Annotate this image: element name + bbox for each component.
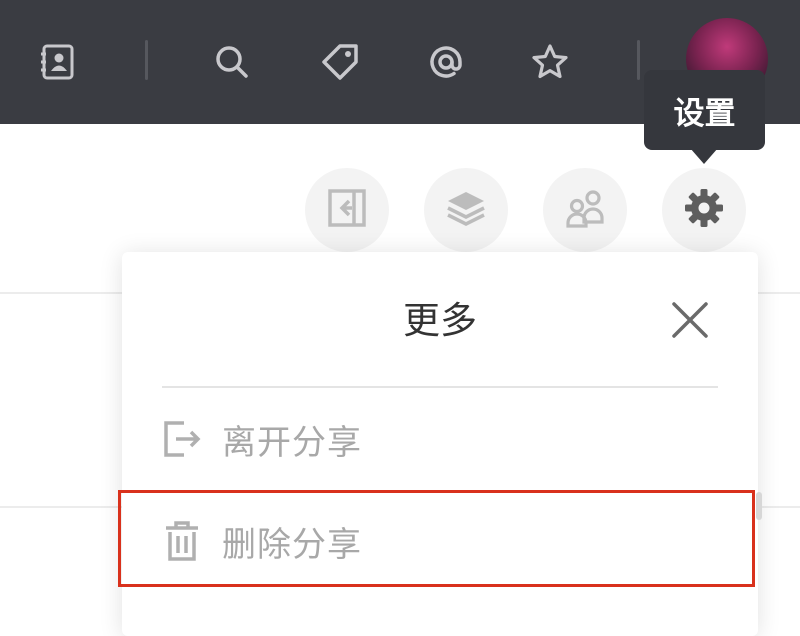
gear-icon [682,186,726,234]
leave-share-label: 离开分享 [222,422,362,463]
settings-button[interactable] [662,168,746,252]
mention-icon[interactable] [424,40,468,84]
tag-icon[interactable] [318,40,362,84]
toolbar-separator [637,40,640,80]
leave-share-item[interactable]: 离开分享 [162,404,718,474]
star-icon[interactable] [528,40,572,84]
close-icon [670,300,710,344]
tooltip-text: 设置 [673,95,736,132]
members-icon [563,186,607,234]
exit-icon [162,417,202,461]
highlight-box [118,490,755,587]
members-button[interactable] [543,168,627,252]
tooltip-arrow [690,148,718,164]
search-icon[interactable] [210,40,254,84]
close-button[interactable] [664,296,716,348]
collapse-panel-icon [325,186,369,234]
layers-icon [444,186,488,234]
settings-tooltip: 设置 [644,70,765,150]
panel-divider [162,386,718,388]
toolbar-separator [145,40,148,80]
collapse-panel-button[interactable] [305,168,389,252]
scrollbar-thumb[interactable] [756,492,762,520]
contacts-icon[interactable] [36,40,80,84]
layers-button[interactable] [424,168,508,252]
